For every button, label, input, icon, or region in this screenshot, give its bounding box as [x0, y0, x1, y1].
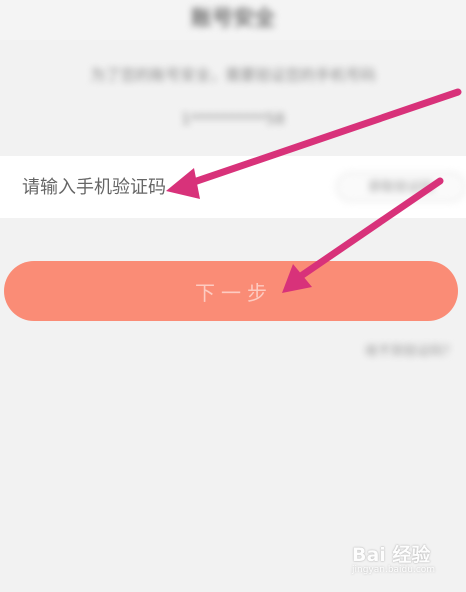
verification-code-input[interactable]	[22, 170, 312, 204]
next-step-button[interactable]: 下一步	[4, 261, 458, 321]
watermark-url: jingyan.baidu.com	[352, 565, 436, 575]
no-code-help-link[interactable]: 收不到验证码？	[316, 340, 456, 359]
masked-phone-number: 1**********58	[181, 110, 285, 128]
verify-description: 为了您的账号安全，需要验证您的手机号码	[90, 66, 376, 84]
page-title: 账号安全	[191, 6, 275, 30]
verification-code-row: 获取验证码	[0, 156, 466, 218]
top-bar: 账号安全	[0, 0, 466, 40]
watermark-logo: Bai 经验	[352, 544, 431, 566]
baidu-jingyan-watermark: Bai 经验 jingyan.baidu.com	[350, 538, 460, 582]
next-step-label: 下一步	[195, 280, 273, 305]
get-code-button[interactable]: 获取验证码	[336, 172, 466, 202]
